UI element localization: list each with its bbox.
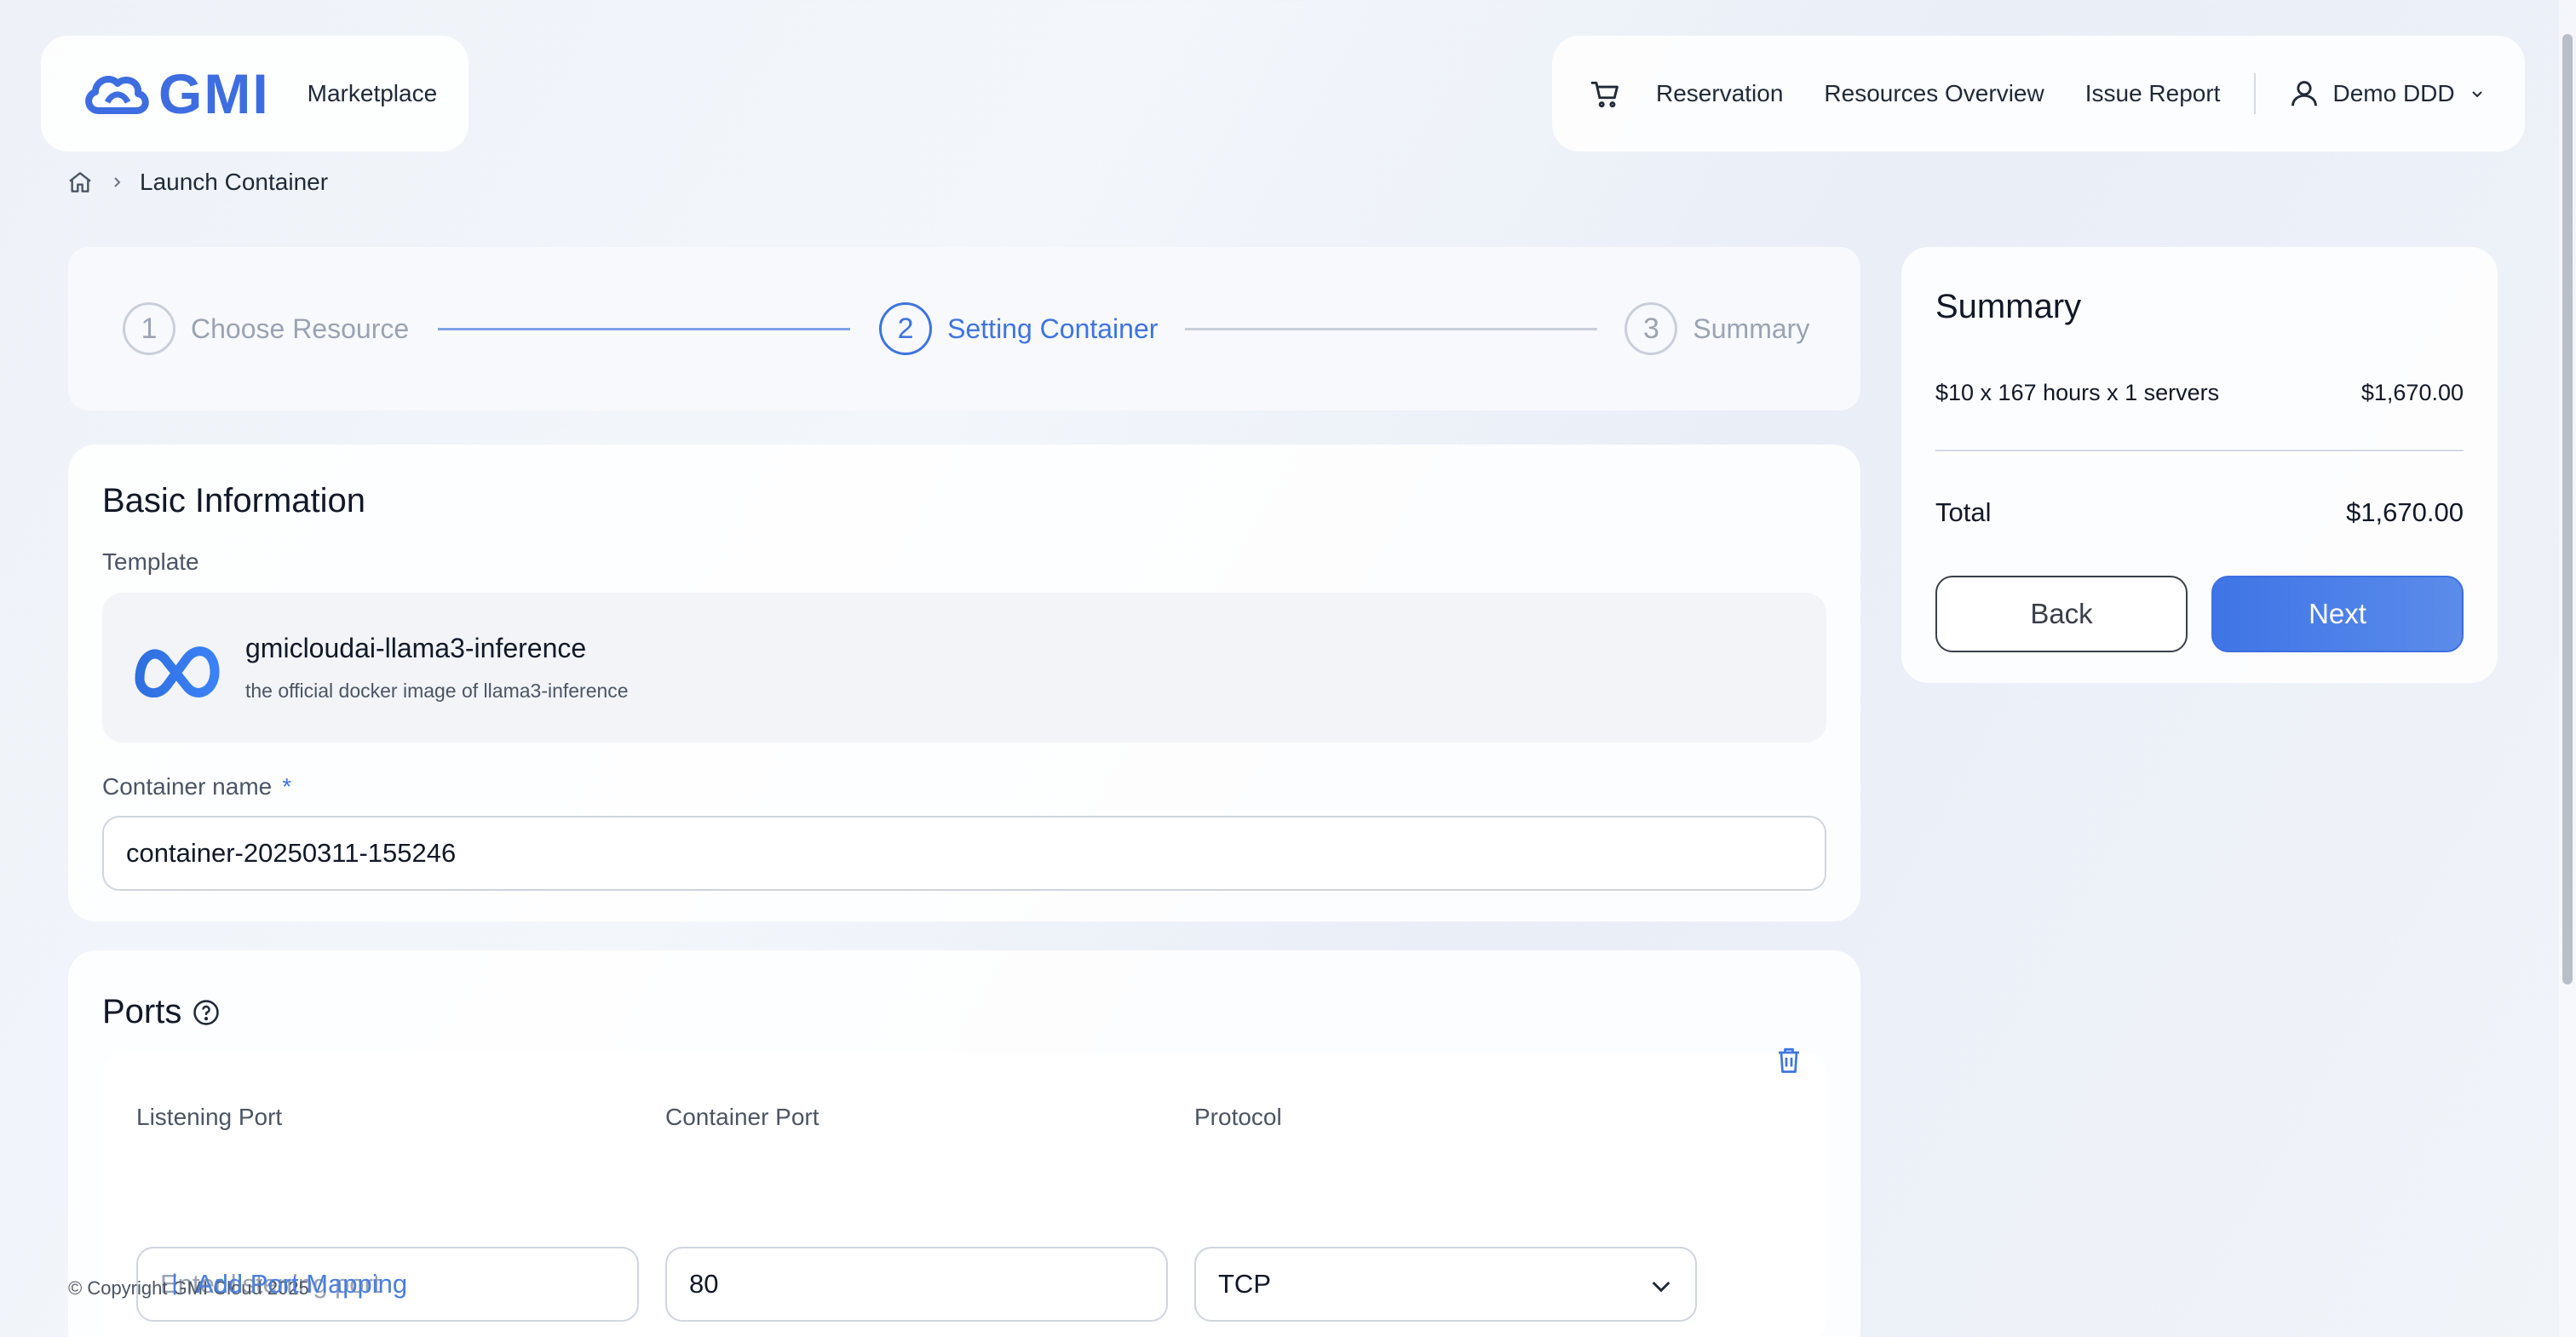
next-button[interactable]: Next xyxy=(2211,576,2464,652)
total-amount: $1,670.00 xyxy=(2346,497,2464,527)
logo-card: GMI Marketplace xyxy=(41,36,469,152)
nav-issue-report[interactable]: Issue Report xyxy=(2085,80,2221,107)
chevron-right-icon xyxy=(114,177,121,187)
marketplace-link[interactable]: Marketplace xyxy=(308,80,438,107)
container-name-label: Container name * xyxy=(102,773,291,800)
template-card[interactable]: gmicloudai-llama3-inference the official… xyxy=(102,593,1826,743)
summary-divider xyxy=(1935,450,2464,451)
trash-icon[interactable] xyxy=(1774,1044,1804,1076)
summary-total-row: Total $1,670.00 xyxy=(1935,497,2464,528)
cloud-logo-icon[interactable] xyxy=(82,68,152,119)
line-item-description: $10 x 167 hours x 1 servers xyxy=(1935,380,2220,405)
scrollbar-thumb[interactable] xyxy=(2562,34,2573,984)
step-connector xyxy=(1185,327,1598,330)
summary-card: Summary $10 x 167 hours x 1 servers $1,6… xyxy=(1901,247,2498,683)
home-icon[interactable] xyxy=(66,169,94,196)
cart-icon[interactable] xyxy=(1590,77,1622,110)
step-setting-container[interactable]: 2 Setting Container xyxy=(879,302,1158,355)
container-name-input[interactable]: container-20250311-155246 xyxy=(102,816,1826,891)
user-icon[interactable] xyxy=(2288,77,2320,110)
back-button[interactable]: Back xyxy=(1935,576,2188,652)
top-nav: Reservation Resources Overview Issue Rep… xyxy=(1552,36,2525,152)
container-name-label-text: Container name xyxy=(102,773,273,800)
nav-resources-overview[interactable]: Resources Overview xyxy=(1824,80,2044,107)
protocol-label: Protocol xyxy=(1194,1104,1282,1130)
protocol-select[interactable]: TCP xyxy=(1194,1247,1697,1322)
chevron-down-icon[interactable] xyxy=(2469,85,2486,102)
template-description: the official docker image of llama3-infe… xyxy=(245,680,629,702)
plus-icon xyxy=(173,1273,176,1295)
add-port-mapping-label: Add Port Mapping xyxy=(196,1269,408,1299)
stepper: 1 Choose Resource 2 Setting Container 3 … xyxy=(68,247,1860,410)
add-port-mapping-button[interactable]: Add Port Mapping xyxy=(162,1269,407,1300)
step-label: Choose Resource xyxy=(191,313,410,344)
summary-line-item: $10 x 167 hours x 1 servers $1,670.00 xyxy=(1935,380,2464,406)
line-item-amount: $1,670.00 xyxy=(2360,380,2464,405)
total-label: Total xyxy=(1935,497,1992,527)
protocol-value: TCP xyxy=(1218,1269,1271,1299)
scrollbar-track[interactable] xyxy=(2559,0,2576,1337)
step-connector xyxy=(438,327,851,330)
meta-logo-icon xyxy=(135,646,220,697)
nav-reservation[interactable]: Reservation xyxy=(1656,80,1783,107)
container-port-input[interactable]: 80 xyxy=(665,1247,1168,1322)
template-label: Template xyxy=(102,548,199,575)
template-name: gmicloudai-llama3-inference xyxy=(245,633,587,663)
basic-information-card: Basic Information Template gmicloudai-ll… xyxy=(68,445,1860,921)
step-choose-resource[interactable]: 1 Choose Resource xyxy=(123,302,409,355)
section-title: Basic Information xyxy=(102,482,366,519)
brand-logo-text[interactable]: GMI xyxy=(158,61,270,126)
summary-title: Summary xyxy=(1935,288,2082,325)
step-summary[interactable]: 3 Summary xyxy=(1624,302,1809,355)
breadcrumb: Launch Container xyxy=(66,169,328,196)
container-port-value: 80 xyxy=(689,1269,719,1299)
user-menu-name[interactable]: Demo DDD xyxy=(2332,80,2454,107)
chevron-down-icon xyxy=(1652,1281,1670,1293)
step-number: 2 xyxy=(879,302,933,355)
container-port-label: Container Port xyxy=(665,1104,819,1130)
step-label: Setting Container xyxy=(947,313,1159,344)
help-icon[interactable] xyxy=(192,998,221,1027)
breadcrumb-current: Launch Container xyxy=(140,169,329,195)
step-number: 1 xyxy=(123,302,175,355)
listening-port-label: Listening Port xyxy=(136,1104,283,1130)
step-label: Summary xyxy=(1693,313,1810,344)
container-name-value: container-20250311-155246 xyxy=(126,838,457,868)
step-number: 3 xyxy=(1624,302,1678,355)
nav-divider xyxy=(2254,73,2257,114)
ports-title: Ports xyxy=(102,993,182,1030)
required-mark: * xyxy=(282,773,292,800)
